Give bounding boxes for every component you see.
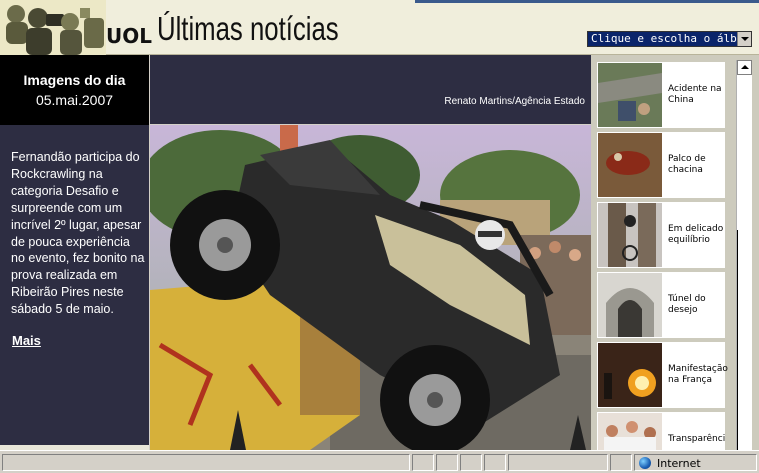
sidebar-item-label: Túnel do desejo	[668, 294, 706, 315]
sidebar-item-label: Em delicado equilíbrio	[668, 224, 724, 245]
photo-credit: Renato Martins/Agência Estado	[444, 96, 585, 107]
album-select-value[interactable]: Clique e escolha o álbum	[588, 32, 737, 46]
thumb-motorbike-icon	[598, 203, 662, 267]
sidebar-item-manifestacao-na-franca[interactable]: Manifestação na França	[597, 342, 728, 408]
thumb-tunnel-icon	[598, 273, 662, 337]
top-strip	[415, 0, 759, 3]
caption-panel: Fernandão participa do Rockcrawling na c…	[0, 125, 149, 445]
chevron-down-icon[interactable]	[737, 32, 751, 46]
status-pane	[412, 454, 434, 471]
status-message	[2, 454, 410, 471]
sidebar-item-tunel-do-desejo[interactable]: Túnel do desejo	[597, 272, 725, 338]
thumb-crowd-icon	[598, 413, 662, 450]
header-bar: UOL Últimas notícias Clique e escolha o …	[0, 0, 759, 55]
sidebar-scrollbar[interactable]	[736, 60, 752, 450]
thumb-fire-icon	[598, 343, 662, 407]
sidebar-item-palco-de-chacina[interactable]: Palco de chacina	[597, 132, 725, 198]
sidebar-item-acidente-na-china[interactable]: Acidente na China	[597, 62, 725, 128]
status-pane	[508, 454, 608, 471]
album-select[interactable]: Clique e escolha o álbum	[587, 31, 752, 47]
credit-panel: Renato Martins/Agência Estado	[150, 55, 591, 124]
brand-logo[interactable]: UOL	[106, 24, 152, 48]
reporters-illustration	[0, 0, 106, 55]
scroll-up-icon[interactable]	[737, 60, 752, 75]
zone-label: Internet	[657, 457, 701, 470]
date-label: Imagens do dia	[23, 72, 126, 88]
status-pane	[610, 454, 632, 471]
globe-icon	[639, 457, 651, 469]
sidebar-item-label: Manifestação na França	[668, 364, 728, 385]
date-value: 05.mai.2007	[35, 92, 114, 108]
security-zone[interactable]: Internet	[634, 454, 757, 471]
sidebar-item-transparencia[interactable]: Transparência	[597, 412, 725, 450]
sidebar-item-label: Palco de chacina	[668, 154, 706, 175]
main-photo[interactable]	[150, 125, 591, 450]
status-pane	[484, 454, 506, 471]
sidebar-item-label: Acidente na China	[668, 84, 722, 105]
sidebar-item-em-delicado-equilibrio[interactable]: Em delicado equilíbrio	[597, 202, 725, 268]
scroll-thumb[interactable]	[737, 230, 752, 450]
thumb-accident-icon	[598, 63, 662, 127]
status-pane	[436, 454, 458, 471]
album-sidebar: Acidente na China Palco de chacina Em de…	[591, 55, 759, 450]
sidebar-item-label: Transparência	[668, 434, 725, 444]
date-box: Imagens do dia 05.mai.2007	[0, 55, 149, 125]
more-link[interactable]: Mais	[12, 333, 41, 348]
thumb-crime-scene-icon	[598, 133, 662, 197]
status-bar: Internet	[0, 450, 759, 473]
page-title: Últimas notícias	[157, 10, 339, 47]
status-pane	[460, 454, 482, 471]
photo-caption: Fernandão participa do Rockcrawling na c…	[11, 150, 145, 317]
